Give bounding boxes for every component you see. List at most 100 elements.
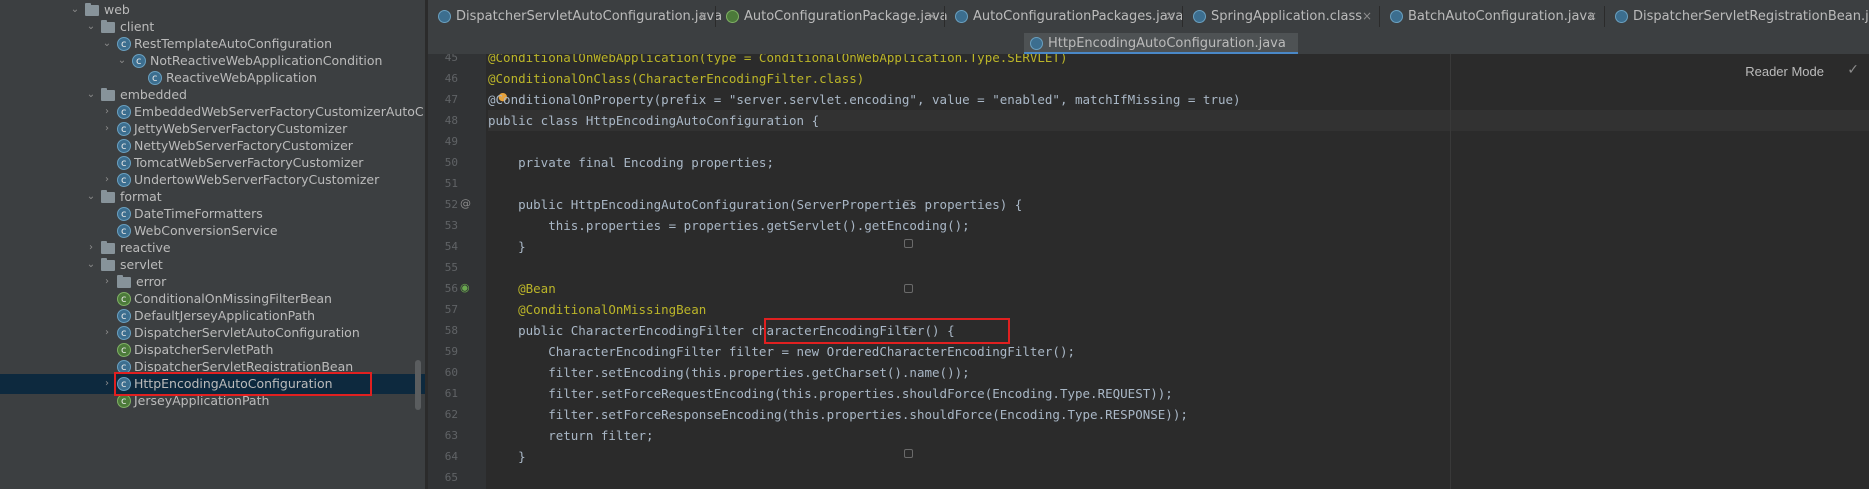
autowired-icon[interactable]: @: [460, 197, 471, 210]
editor-tab-bar-row-2: HttpEncodingAutoConfiguration.java: [428, 33, 1869, 54]
class-icon: [117, 205, 131, 225]
code-line: CharacterEncodingFilter filter = new Ord…: [488, 341, 1075, 362]
code-line: @ConditionalOnProperty(prefix = "server.…: [488, 89, 1241, 110]
code-line: @Bean: [488, 278, 556, 299]
class-icon: [117, 171, 131, 191]
line-number: 57: [444, 303, 458, 316]
line-number: 61: [444, 387, 458, 400]
class-icon: [132, 52, 146, 72]
annotation-icon: [117, 290, 131, 310]
line-number: 50: [444, 156, 458, 169]
interface-icon: [117, 392, 131, 412]
close-icon[interactable]: ×: [927, 0, 937, 33]
code-editor[interactable]: 45 46 47 48 49 50 51 52 53 54 55 56 57 5…: [428, 54, 1869, 489]
close-icon[interactable]: ×: [698, 0, 708, 33]
folder-icon: [85, 3, 99, 16]
right-margin-guide: [1450, 54, 1451, 489]
folder-icon: [101, 258, 115, 271]
code-line-text: CharacterEncodingFilter filter = new Ord…: [488, 344, 1075, 359]
close-icon[interactable]: ×: [1362, 0, 1372, 33]
class-icon: [1193, 10, 1206, 23]
tab-dispatcher-servlet-registration-bean[interactable]: DispatcherServletRegistrationBean.java: [1605, 0, 1869, 33]
folder-icon: [101, 241, 115, 254]
line-number: 62: [444, 408, 458, 421]
class-icon: [117, 154, 131, 174]
folder-icon: [117, 275, 131, 288]
bean-icon[interactable]: ◉: [460, 281, 470, 294]
code-line-text: return filter;: [488, 428, 654, 443]
close-icon[interactable]: ×: [1587, 0, 1597, 33]
highlight-box-method: [764, 318, 1010, 344]
class-icon: [438, 10, 451, 23]
class-icon: [117, 222, 131, 242]
tab-http-encoding-auto-configuration[interactable]: HttpEncodingAutoConfiguration.java: [1024, 33, 1298, 54]
code-line-text: private final Encoding properties;: [488, 155, 774, 170]
class-icon: [117, 137, 131, 157]
annotation-icon: [726, 10, 739, 23]
code-line: }: [488, 236, 526, 257]
highlight-box-tree-item: [114, 372, 372, 396]
class-icon: [1390, 10, 1403, 23]
line-number: 49: [444, 135, 458, 148]
code-line-text: }: [488, 239, 526, 254]
class-icon: [117, 120, 131, 140]
code-line-text: filter.setForceRequestEncoding(this.prop…: [488, 386, 1173, 401]
line-number: 65: [444, 471, 458, 484]
reader-mode-button[interactable]: Reader Mode: [1745, 64, 1824, 79]
class-icon: [148, 69, 162, 89]
folder-icon: [101, 88, 115, 101]
code-line-text: @ConditionalOnWebApplication(type = Cond…: [488, 54, 1068, 65]
line-number: 63: [444, 429, 458, 442]
code-line: filter.setEncoding(this.properties.getCh…: [488, 362, 970, 383]
tab-auto-configuration-package[interactable]: AutoConfigurationPackage.java ×: [716, 0, 948, 33]
line-number: 59: [444, 345, 458, 358]
class-icon: [1030, 37, 1043, 50]
code-line-text: filter.setEncoding(this.properties.getCh…: [488, 365, 970, 380]
line-number: 46: [444, 72, 458, 85]
line-number: 56: [444, 282, 458, 295]
tab-label: DispatcherServletRegistrationBean.java: [1633, 9, 1869, 24]
fold-icon[interactable]: [904, 239, 913, 248]
code-line-text: @Bean: [488, 281, 556, 296]
line-number: 58: [444, 324, 458, 337]
line-number: 53: [444, 219, 458, 232]
class-icon: [955, 10, 968, 23]
close-icon[interactable]: ×: [1165, 0, 1175, 33]
code-line: }: [488, 446, 526, 467]
fold-icon[interactable]: [904, 284, 913, 293]
folder-icon: [101, 20, 115, 33]
class-icon: [1615, 10, 1628, 23]
class-icon: [117, 324, 131, 344]
code-line: this.properties = properties.getServlet(…: [488, 215, 970, 236]
line-number: 45: [444, 54, 458, 64]
tab-auto-configuration-packages[interactable]: AutoConfigurationPackages.java ×: [945, 0, 1184, 33]
code-line: @ConditionalOnWebApplication(type = Cond…: [488, 54, 1067, 68]
tab-label: SpringApplication.class: [1211, 9, 1362, 24]
tab-label: DispatcherServletAutoConfiguration.java: [456, 9, 723, 24]
code-line-text: public HttpEncodingAutoConfiguration(Ser…: [488, 197, 1023, 212]
code-line-current: public class HttpEncodingAutoConfigurati…: [488, 110, 1869, 131]
check-icon: ✓: [1847, 62, 1859, 78]
sidebar-scrollbar[interactable]: [415, 360, 421, 410]
line-number: 55: [444, 261, 458, 274]
code-line-text: this.properties = properties.getServlet(…: [488, 218, 970, 233]
code-line: private final Encoding properties;: [488, 152, 774, 173]
line-number: 51: [444, 177, 458, 190]
code-line-text: @ConditionalOnProperty(prefix = "server.…: [488, 92, 1241, 107]
editor-tab-bar: DispatcherServletAutoConfiguration.java …: [428, 0, 1869, 34]
code-line: @ConditionalOnMissingBean: [488, 299, 706, 320]
tab-dispatcher-servlet-auto-configuration[interactable]: DispatcherServletAutoConfiguration.java …: [428, 0, 722, 33]
tab-label: AutoConfigurationPackage.java: [744, 9, 948, 24]
line-number: 64: [444, 450, 458, 463]
tab-spring-application[interactable]: SpringApplication.class ×: [1183, 0, 1378, 33]
tab-label: AutoConfigurationPackages.java: [973, 9, 1184, 24]
fold-icon[interactable]: [904, 449, 913, 458]
folder-icon: [101, 190, 115, 203]
line-number: 54: [444, 240, 458, 253]
interface-icon: [117, 341, 131, 361]
tab-batch-auto-configuration[interactable]: BatchAutoConfiguration.java ×: [1380, 0, 1603, 33]
tab-label: BatchAutoConfiguration.java: [1408, 9, 1596, 24]
code-line: filter.setForceResponseEncoding(this.pro…: [488, 404, 1188, 425]
code-line-text: filter.setForceResponseEncoding(this.pro…: [488, 407, 1188, 422]
code-line-text: @ConditionalOnClass(CharacterEncodingFil…: [488, 71, 865, 86]
